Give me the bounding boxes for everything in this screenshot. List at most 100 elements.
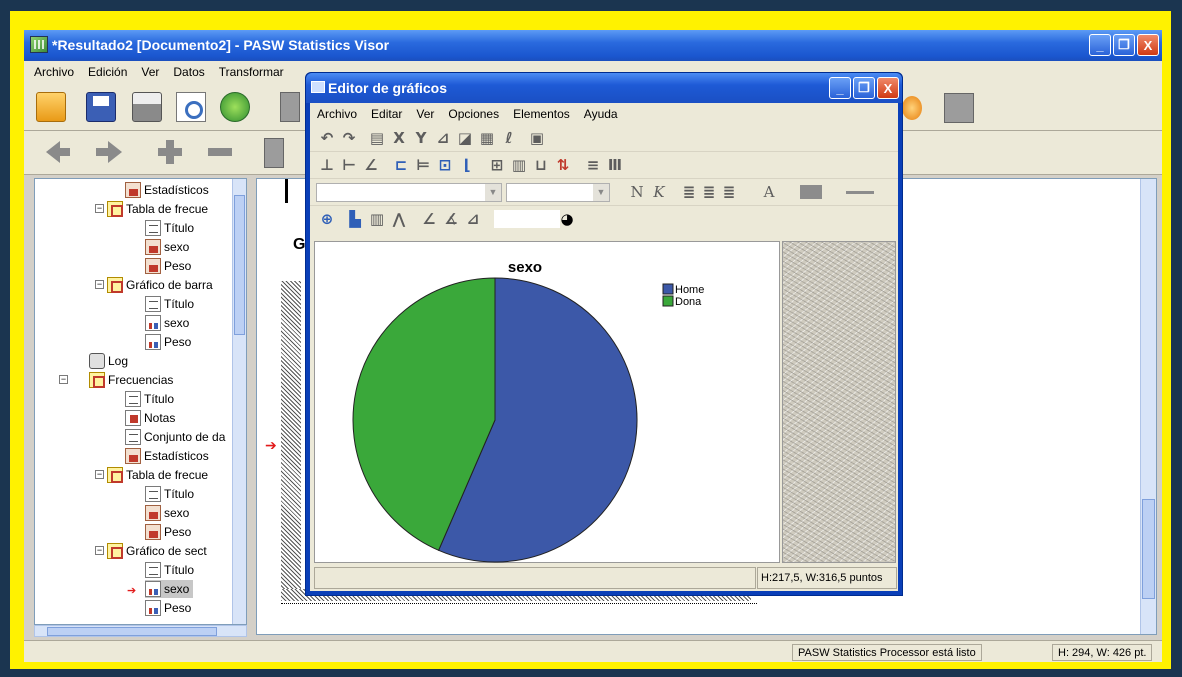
tree-item[interactable]: Gráfico de sect (107, 542, 207, 560)
collapse-toggle[interactable]: − (95, 280, 104, 289)
text-color-button[interactable]: A (760, 183, 778, 201)
tree-item[interactable]: Peso (145, 599, 191, 617)
collapse-icon[interactable] (208, 148, 232, 156)
pie-explode-icon[interactable]: ◕ (558, 210, 576, 228)
tree-item[interactable]: Título (125, 390, 174, 408)
select-icon[interactable]: ▦ (478, 129, 496, 147)
tree-item[interactable]: sexo (145, 504, 189, 522)
restore-button[interactable]: ❐ (1113, 34, 1135, 56)
close-button[interactable]: X (1137, 34, 1159, 56)
normal-font-button[interactable]: N (628, 183, 646, 201)
tree-item[interactable]: Título (145, 485, 194, 503)
scatter-3-icon[interactable]: ⊿ (464, 210, 482, 228)
properties-icon[interactable]: ▤ (368, 129, 386, 147)
align-icon[interactable]: ≡ (584, 156, 602, 174)
collapse-toggle[interactable]: − (95, 470, 104, 479)
tree-item[interactable]: Log (89, 352, 128, 370)
editor-menu-elementos[interactable]: Elementos (513, 107, 570, 121)
menu-edicion[interactable]: Edición (88, 65, 127, 79)
line-chart-icon[interactable]: ⋀ (390, 210, 408, 228)
toolbar-gray-icon[interactable] (944, 93, 974, 123)
editor-minimize-button[interactable]: _ (829, 77, 851, 99)
undo-icon[interactable]: ↶ (318, 129, 336, 147)
align-center-icon[interactable]: ≣ (700, 183, 718, 201)
export-icon[interactable] (220, 92, 250, 122)
title-tool-icon[interactable]: ⊏ (392, 156, 410, 174)
chart-canvas[interactable]: sexo Home Dona (314, 241, 780, 563)
tree-item[interactable]: Estadísticos (125, 447, 209, 465)
grid2-icon[interactable]: ▥ (510, 156, 528, 174)
x-axis-icon[interactable]: X (390, 129, 408, 147)
tree-item[interactable]: sexo (145, 314, 189, 332)
reference-x-icon[interactable]: ⊥ (318, 156, 336, 174)
tree-item[interactable]: Peso (145, 257, 191, 275)
lasso-icon[interactable]: ℓ (500, 129, 518, 147)
reference-line-icon[interactable]: ∠ (362, 156, 380, 174)
editor-close-button[interactable]: X (877, 77, 899, 99)
tree-item[interactable]: Título (145, 561, 194, 579)
print-icon[interactable] (132, 92, 162, 122)
data-label-icon[interactable]: ⌊ (458, 156, 476, 174)
italic-font-button[interactable]: K (650, 183, 668, 201)
tree-item[interactable]: Título (145, 295, 194, 313)
chart-title[interactable]: sexo (508, 259, 542, 276)
tree-item[interactable]: Frecuencias (89, 371, 173, 389)
tree-item[interactable]: Peso (145, 333, 191, 351)
editor-menu-opciones[interactable]: Opciones (448, 107, 499, 121)
tree-item[interactable]: Peso (145, 523, 191, 541)
bars-icon[interactable]: Ⅲ (606, 156, 624, 174)
chart-editor-titlebar[interactable]: Editor de gráficos _ ❐ X (306, 73, 902, 103)
scatter-icon[interactable]: ∠ (420, 210, 438, 228)
editor-menu-archivo[interactable]: Archivo (317, 107, 357, 121)
chart-window-icon[interactable]: ▣ (528, 129, 546, 147)
main-titlebar[interactable]: *Resultado2 [Documento2] - PASW Statisti… (24, 30, 1162, 61)
tree-item[interactable]: Tabla de frecue (107, 466, 208, 484)
open-folder-icon[interactable] (36, 92, 66, 122)
tree-item-selected[interactable]: sexo (145, 580, 194, 598)
toolbar-doc-icon[interactable] (264, 138, 284, 168)
outline-vscroll[interactable] (232, 179, 246, 624)
collapse-toggle[interactable]: − (95, 204, 104, 213)
scroll-thumb[interactable] (1142, 499, 1155, 599)
frame-icon[interactable]: ⊔ (532, 156, 550, 174)
font-size-select[interactable]: ▼ (506, 183, 610, 202)
redo-icon[interactable]: ↷ (340, 129, 358, 147)
textbox-icon[interactable]: ⊡ (436, 156, 454, 174)
expand-icon[interactable] (158, 140, 182, 164)
align-left-icon[interactable]: ≣ (680, 183, 698, 201)
scatter-2-icon[interactable]: ∡ (442, 210, 460, 228)
bar-chart-icon[interactable]: ▙ (346, 210, 364, 228)
reference-y-icon[interactable]: ⊢ (340, 156, 358, 174)
editor-menu-ayuda[interactable]: Ayuda (584, 107, 618, 121)
bar-chart-2-icon[interactable]: ▥ (368, 210, 386, 228)
arrow-left-icon[interactable] (46, 141, 70, 163)
grid-icon[interactable]: ⊞ (488, 156, 506, 174)
outline-hscroll[interactable] (34, 625, 247, 637)
y-axis-icon[interactable]: Y (412, 129, 430, 147)
rescale-icon[interactable]: ◪ (456, 129, 474, 147)
tree-item[interactable]: Gráfico de barra (107, 276, 213, 294)
toolbar-orange-icon[interactable] (902, 96, 922, 120)
tree-item[interactable]: sexo (145, 238, 189, 256)
editor-maximize-button[interactable]: ❐ (853, 77, 875, 99)
tree-item[interactable]: Tabla de frecue (107, 200, 208, 218)
align-right-icon[interactable]: ≣ (720, 183, 738, 201)
tree-item[interactable]: Notas (125, 409, 175, 427)
print-preview-icon[interactable] (176, 92, 206, 122)
menu-datos[interactable]: Datos (173, 65, 204, 79)
collapse-toggle[interactable]: − (95, 546, 104, 555)
content-vscroll[interactable] (1140, 179, 1156, 634)
menu-archivo[interactable]: Archivo (34, 65, 74, 79)
toolbar-partial-icon[interactable] (280, 92, 300, 122)
collapse-toggle[interactable]: − (59, 375, 68, 384)
editor-menu-editar[interactable]: Editar (371, 107, 402, 121)
scroll-thumb[interactable] (234, 195, 245, 335)
arrow-right-icon[interactable] (96, 141, 122, 163)
line-color-icon[interactable] (846, 191, 874, 194)
menu-ver[interactable]: Ver (141, 65, 159, 79)
menu-transformar[interactable]: Transformar (219, 65, 284, 79)
font-family-select[interactable]: ▼ (316, 183, 502, 202)
save-icon[interactable] (86, 92, 116, 122)
scroll-thumb[interactable] (47, 627, 217, 636)
tree-item[interactable]: Estadísticos (125, 181, 209, 199)
